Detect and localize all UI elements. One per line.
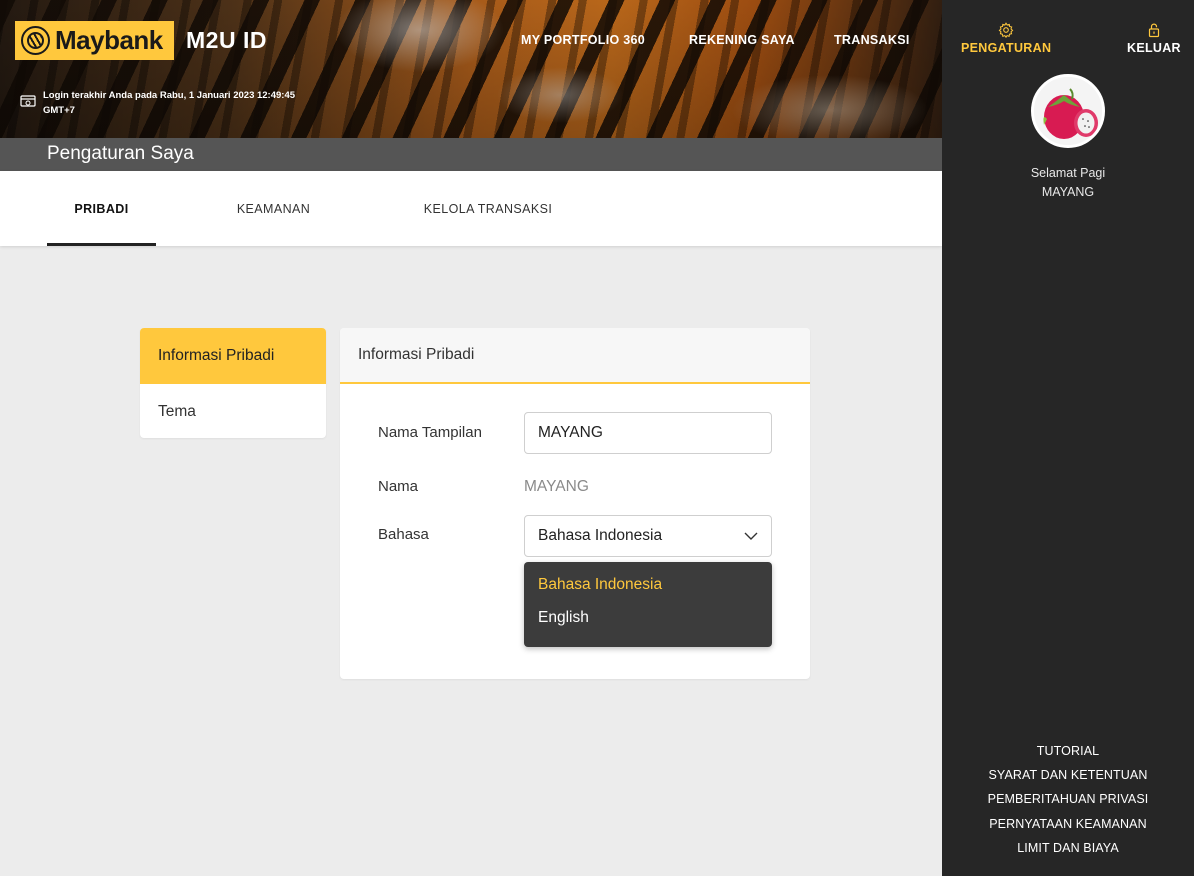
- nav-my-portfolio[interactable]: MY PORTFOLIO 360: [521, 33, 645, 47]
- side-item-tema[interactable]: Tema: [140, 384, 326, 438]
- greeting-text: Selamat Pagi: [1030, 166, 1106, 180]
- name-label: Nama: [378, 478, 419, 495]
- page-title: Pengaturan Saya: [47, 143, 194, 164]
- name-value: MAYANG: [524, 478, 589, 495]
- tab-kelola-transaksi[interactable]: KELOLA TRANSAKSI: [410, 171, 566, 246]
- right-panel: PENGATURAN KELUAR Selamat Pagi MAYANG TU…: [942, 0, 1194, 876]
- nav-transaksi[interactable]: TRANSAKSI: [834, 33, 910, 47]
- user-name: MAYANG: [1041, 185, 1095, 199]
- chevron-down-icon: [744, 532, 758, 540]
- last-login-timezone: GMT+7: [43, 105, 75, 116]
- last-login-text: Login terakhir Anda pada Rabu, 1 Januari…: [43, 90, 296, 101]
- card-title: Informasi Pribadi: [340, 328, 810, 384]
- tab-keamanan[interactable]: KEAMANAN: [220, 171, 327, 246]
- logout-button[interactable]: KELUAR: [1127, 22, 1181, 55]
- display-name-label: Nama Tampilan: [378, 424, 482, 441]
- avatar[interactable]: [1031, 74, 1105, 148]
- personal-info-card: Informasi Pribadi Nama Tampilan Nama MAY…: [340, 328, 810, 679]
- side-menu: Informasi Pribadi Tema: [140, 328, 326, 438]
- last-login-info: Login terakhir Anda pada Rabu, 1 Januari…: [20, 88, 320, 118]
- link-limit-dan-biaya[interactable]: LIMIT DAN BIAYA: [942, 836, 1194, 860]
- lock-icon: [1148, 23, 1160, 38]
- link-tutorial[interactable]: TUTORIAL: [942, 739, 1194, 763]
- language-option-bahasa-indonesia[interactable]: Bahasa Indonesia: [538, 576, 662, 594]
- login-history-icon: [20, 95, 36, 107]
- language-select-value: Bahasa Indonesia: [538, 527, 663, 544]
- link-syarat-dan-ketentuan[interactable]: SYARAT DAN KETENTUAN: [942, 763, 1194, 787]
- greeting: Selamat Pagi MAYANG: [942, 164, 1194, 202]
- settings-tabs: PRIBADI KEAMANAN KELOLA TRANSAKSI: [0, 171, 942, 246]
- tab-pribadi[interactable]: PRIBADI: [47, 171, 156, 246]
- top-nav: MY PORTFOLIO 360 REKENING SAYA TRANSAKSI: [0, 33, 942, 49]
- language-option-english[interactable]: English: [538, 609, 589, 627]
- footer-links: TUTORIAL SYARAT DAN KETENTUAN PEMBERITAH…: [942, 739, 1194, 860]
- gear-icon: [998, 22, 1014, 38]
- side-item-informasi-pribadi[interactable]: Informasi Pribadi: [140, 328, 326, 384]
- nav-rekening-saya[interactable]: REKENING SAYA: [689, 33, 795, 47]
- header-banner: Maybank M2U ID Login terakhir Anda pada …: [0, 0, 942, 138]
- language-dropdown: Bahasa Indonesia English: [524, 562, 772, 647]
- language-label: Bahasa: [378, 526, 429, 543]
- page-title-bar: Pengaturan Saya: [0, 138, 942, 171]
- display-name-input[interactable]: [524, 412, 772, 454]
- link-pemberitahuan-privasi[interactable]: PEMBERITAHUAN PRIVASI: [942, 787, 1194, 811]
- dragon-fruit-avatar-image: [1034, 77, 1102, 145]
- link-pernyataan-keamanan[interactable]: PERNYATAAN KEAMANAN: [942, 812, 1194, 836]
- language-select[interactable]: Bahasa Indonesia: [524, 515, 772, 557]
- settings-label: PENGATURAN: [961, 41, 1052, 55]
- settings-button[interactable]: PENGATURAN: [961, 22, 1051, 55]
- logout-label: KELUAR: [1127, 41, 1181, 55]
